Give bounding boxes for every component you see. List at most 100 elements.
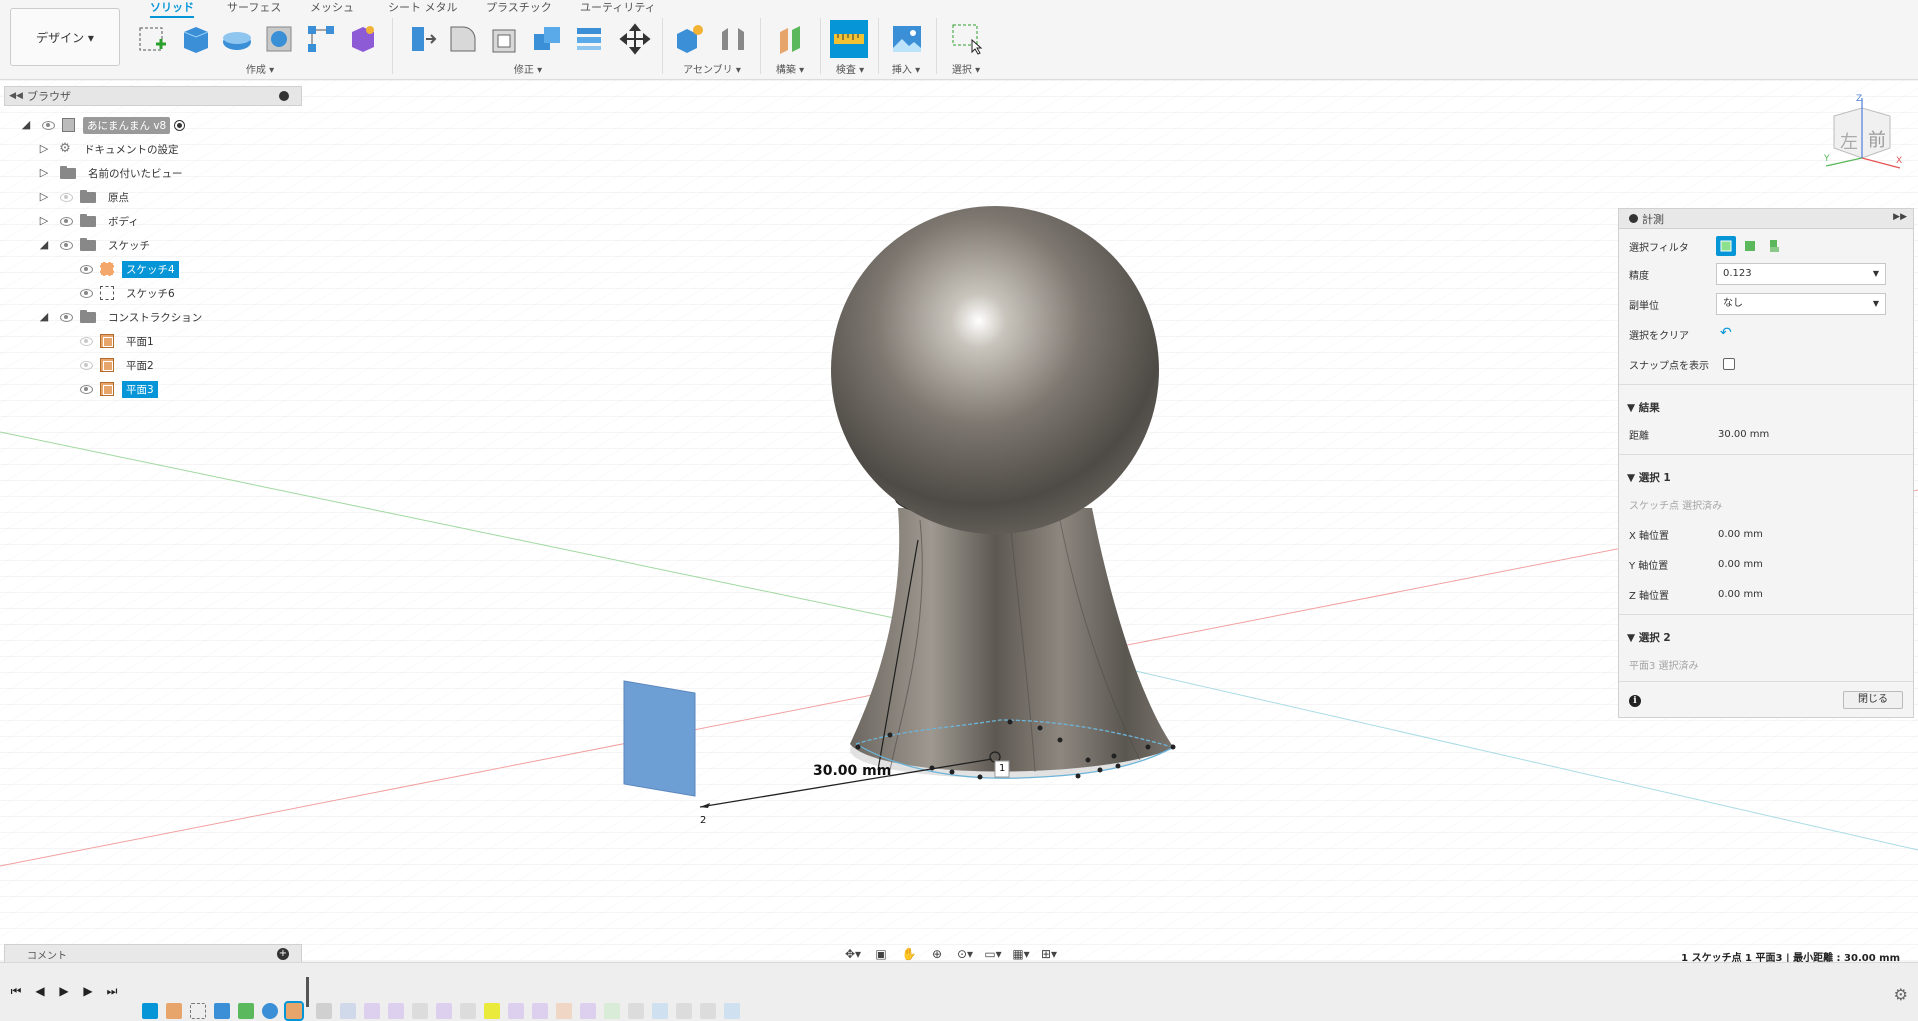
visibility-eye-icon[interactable]: [58, 240, 74, 250]
sub-unit-select[interactable]: なし ▼: [1716, 293, 1886, 315]
fillet-icon[interactable]: [446, 22, 480, 56]
modify-group-label[interactable]: 修正 ▾: [508, 61, 548, 76]
orbit-icon[interactable]: ✥▾: [842, 947, 864, 963]
timeline-marker[interactable]: [306, 977, 309, 1007]
revolve-icon[interactable]: [220, 22, 254, 56]
timeline-extrude-icon[interactable]: [652, 1003, 668, 1019]
expand-panel-icon[interactable]: ▶▶: [1893, 212, 1907, 222]
viewports-icon[interactable]: ⊞▾: [1038, 947, 1060, 963]
visibility-eye-icon[interactable]: [78, 384, 94, 394]
activate-radio-icon[interactable]: [174, 119, 186, 131]
insert-image-icon[interactable]: [890, 22, 924, 56]
undo-icon[interactable]: ↶: [1720, 325, 1732, 341]
tab-utility[interactable]: ユーティリティ: [580, 0, 656, 18]
results-section-header[interactable]: ▼ 結果: [1627, 400, 1660, 415]
timeline-form-icon[interactable]: [580, 1003, 596, 1019]
viewcube[interactable]: 左 前 Z X Y: [1820, 94, 1904, 172]
collapse-triangle-icon[interactable]: ◢: [38, 311, 50, 323]
new-component-icon[interactable]: [672, 22, 706, 56]
expand-triangle-icon[interactable]: ▷: [38, 215, 50, 227]
visibility-eye-icon[interactable]: [40, 120, 56, 130]
timeline-extrude-icon[interactable]: [214, 1003, 230, 1019]
viewcube-front-face[interactable]: 前: [1868, 126, 1886, 152]
filter-edge-icon[interactable]: [1764, 236, 1784, 256]
timeline-sketch-icon[interactable]: [700, 1003, 716, 1019]
tree-item-sketch6[interactable]: スケッチ6: [70, 283, 179, 303]
combine-icon[interactable]: [530, 22, 564, 56]
expand-triangle-icon[interactable]: ▷: [38, 167, 50, 179]
visibility-eye-icon[interactable]: [78, 264, 94, 274]
select-icon[interactable]: [950, 22, 984, 56]
grid-icon[interactable]: ▦▾: [1010, 947, 1032, 963]
timeline-sketch-icon[interactable]: [316, 1003, 332, 1019]
play-icon[interactable]: ▶: [56, 983, 72, 999]
tab-sheet-metal[interactable]: シート メタル: [388, 0, 458, 18]
pan-hand-icon[interactable]: ✋: [898, 947, 920, 963]
rectangular-pattern-icon[interactable]: [304, 22, 338, 56]
visibility-eye-icon[interactable]: [78, 336, 94, 346]
tree-item-sketches[interactable]: ◢ スケッチ: [38, 235, 154, 255]
workspace-design-button[interactable]: デザイン ▾: [10, 8, 120, 66]
select-group-label[interactable]: 選択 ▾: [948, 61, 984, 76]
go-to-start-icon[interactable]: ⏮: [8, 983, 24, 999]
timeline-move-icon[interactable]: [412, 1003, 428, 1019]
tree-item-plane3[interactable]: 平面3: [70, 379, 158, 399]
selection2-section-header[interactable]: ▼ 選択 2: [1627, 630, 1671, 645]
tab-plastic[interactable]: プラスチック: [486, 0, 552, 18]
construct-group-label[interactable]: 構築 ▾: [772, 61, 808, 76]
tree-item-bodies[interactable]: ▷ ボディ: [38, 211, 143, 231]
zoom-icon[interactable]: ⊕: [926, 947, 948, 963]
move-icon[interactable]: [618, 22, 652, 56]
expand-triangle-icon[interactable]: ▷: [38, 191, 50, 203]
offset-plane-icon[interactable]: [774, 22, 808, 56]
snap-points-checkbox[interactable]: [1723, 358, 1735, 370]
shell-icon[interactable]: [488, 22, 522, 56]
look-at-icon[interactable]: ▣: [870, 947, 892, 963]
timeline-extrude-icon[interactable]: [724, 1003, 740, 1019]
pin-icon[interactable]: [279, 91, 289, 101]
joint-icon[interactable]: [716, 22, 750, 56]
tree-item-origin[interactable]: ▷ 原点: [38, 187, 133, 207]
expand-triangle-icon[interactable]: ▷: [38, 143, 50, 155]
create-sketch-icon[interactable]: [136, 22, 170, 56]
gear-icon[interactable]: ⚙: [1894, 985, 1908, 1004]
collapse-triangle-icon[interactable]: ◢: [38, 239, 50, 251]
visibility-eye-icon[interactable]: [58, 192, 74, 202]
timeline-sketch-icon[interactable]: [460, 1003, 476, 1019]
zoom-window-icon[interactable]: ⊙▾: [954, 947, 976, 963]
timeline-form-icon[interactable]: [364, 1003, 380, 1019]
pin-icon[interactable]: [1629, 214, 1638, 223]
timeline-highlight-icon[interactable]: [484, 1003, 500, 1019]
tree-root[interactable]: ◢ あにまんまん v8: [20, 115, 186, 135]
press-pull-icon[interactable]: [404, 22, 438, 56]
add-comment-icon[interactable]: +: [277, 948, 289, 960]
timeline-form-icon[interactable]: [436, 1003, 452, 1019]
measure-icon[interactable]: [830, 20, 868, 58]
tree-root-label[interactable]: あにまんまん v8: [83, 116, 171, 134]
tab-surface[interactable]: サーフェス: [227, 0, 281, 18]
timeline-combine-icon[interactable]: [556, 1003, 572, 1019]
insert-group-label[interactable]: 挿入 ▾: [888, 61, 924, 76]
viewcube-left-face[interactable]: 左: [1840, 128, 1858, 154]
hole-icon[interactable]: [262, 22, 296, 56]
timeline-sphere-icon[interactable]: [262, 1003, 278, 1019]
extrude-icon[interactable]: [178, 22, 212, 56]
timeline-track[interactable]: [140, 977, 740, 1021]
go-to-end-icon[interactable]: ⏭: [104, 983, 120, 999]
visibility-eye-icon[interactable]: [78, 288, 94, 298]
precision-select[interactable]: 0.123 ▼: [1716, 263, 1886, 285]
timeline-sketch-icon[interactable]: [676, 1003, 692, 1019]
timeline-sketch-icon[interactable]: [628, 1003, 644, 1019]
close-button[interactable]: 閉じる: [1843, 691, 1903, 709]
visibility-eye-icon[interactable]: [78, 360, 94, 370]
tree-item-plane1[interactable]: 平面1: [70, 331, 158, 351]
timeline-plane-icon[interactable]: [284, 1001, 304, 1021]
tree-item-plane2[interactable]: 平面2: [70, 355, 158, 375]
filter-body-icon[interactable]: [1716, 236, 1736, 256]
step-forward-icon[interactable]: ▶: [80, 983, 96, 999]
tab-solid[interactable]: ソリッド: [150, 0, 194, 18]
timeline-plane-icon[interactable]: [166, 1003, 182, 1019]
timeline-form-icon[interactable]: [532, 1003, 548, 1019]
tree-item-construction[interactable]: ◢ コンストラクション: [38, 307, 206, 327]
step-back-icon[interactable]: ◀: [32, 983, 48, 999]
